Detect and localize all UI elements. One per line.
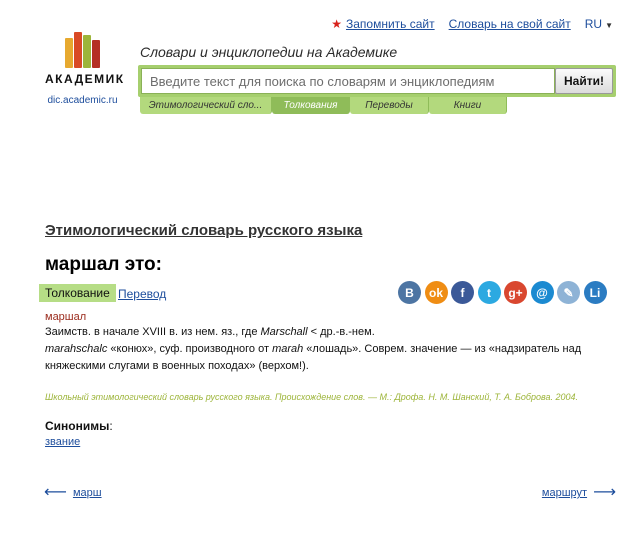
tab-books[interactable]: Книги xyxy=(429,97,507,114)
logo-wordmark: АКАДЕМИК xyxy=(45,72,125,86)
star-icon: ★ xyxy=(331,17,342,31)
synonym-link[interactable]: звание xyxy=(45,436,80,448)
tab-etymology[interactable]: Этимологический сло... xyxy=(140,97,272,114)
site-tagline: Словари и энциклопедии на Академике xyxy=(140,44,398,60)
facebook-icon[interactable]: f xyxy=(451,281,474,304)
dictionary-title[interactable]: Этимологический словарь русского языка xyxy=(45,222,362,239)
body-text-segment: княжескими слугами в военных походах» (в… xyxy=(45,360,309,372)
search-bar: Найти! xyxy=(138,65,616,97)
body-text-segment: «конюх», суф. производного от xyxy=(107,343,273,355)
bookmark-link-wrap[interactable]: ★ Запомнить сайт xyxy=(331,17,434,31)
vkontakte-icon[interactable]: В xyxy=(398,281,421,304)
synonyms-label-text: Синонимы xyxy=(45,419,110,433)
tab-translation-link[interactable]: Перевод xyxy=(118,287,166,301)
arrow-left-icon: ⟵ xyxy=(44,484,67,501)
article-body: Заимств. в начале XVIII в. из нем. яз., … xyxy=(45,324,605,375)
dict-on-site-link[interactable]: Словарь на свой сайт xyxy=(449,17,571,31)
twitter-icon[interactable]: t xyxy=(477,281,501,304)
arrow-right-icon: ⟶ xyxy=(593,484,616,501)
books-logo-icon xyxy=(63,31,103,68)
prev-word-link[interactable]: марш xyxy=(73,487,102,499)
page-title: маршал это: xyxy=(45,254,162,275)
body-text-segment: Заимств. в начале XVIII в. из нем. яз., … xyxy=(45,326,261,338)
next-word-link[interactable]: маршрут xyxy=(542,487,587,499)
synonyms-colon: : xyxy=(109,419,113,433)
chevron-down-icon: ▼ xyxy=(605,21,613,30)
odnoklassniki-icon[interactable]: ok xyxy=(424,281,448,304)
body-text-italic: marah xyxy=(272,343,304,355)
site-logo[interactable]: АКАДЕМИК dic.academic.ru xyxy=(45,31,125,106)
social-share-bar: Вok f t g+ @ ✎ Li xyxy=(398,281,607,304)
search-tabs: Этимологический сло... Толкования Перево… xyxy=(140,97,507,114)
search-input[interactable] xyxy=(141,68,555,94)
livejournal-icon[interactable]: ✎ xyxy=(557,281,580,304)
search-button[interactable]: Найти! xyxy=(555,68,613,94)
bookmark-link[interactable]: Запомнить сайт xyxy=(346,17,435,31)
body-text-italic: marahschalc xyxy=(45,343,108,355)
body-text-italic: Marschall xyxy=(260,326,308,338)
logo-domain[interactable]: dic.academic.ru xyxy=(45,95,120,106)
source-citation: Школьный этимологический словарь русског… xyxy=(45,392,578,402)
tab-translations[interactable]: Переводы xyxy=(350,97,429,114)
top-links: ★ Запомнить сайт Словарь на свой сайт RU ▼ xyxy=(331,17,613,31)
tab-definitions[interactable]: Толкования xyxy=(272,97,350,114)
liveinternet-icon[interactable]: Li xyxy=(583,281,607,304)
body-text-segment: < др.-в.-нем. xyxy=(307,326,375,338)
google-plus-icon[interactable]: g+ xyxy=(504,281,527,304)
email-icon[interactable]: @ xyxy=(530,281,554,304)
language-selector[interactable]: RU ▼ xyxy=(585,17,613,31)
prev-word-nav[interactable]: ⟵ марш xyxy=(44,484,102,501)
body-text-segment: «лошадь». Соврем. значение — из «надзира… xyxy=(303,343,582,355)
headword: маршал xyxy=(45,311,87,323)
next-word-nav[interactable]: маршрут ⟶ xyxy=(542,484,616,501)
tab-definition-active[interactable]: Толкование xyxy=(39,284,116,302)
language-label: RU xyxy=(584,17,603,31)
synonyms-label: Синонимы: xyxy=(45,419,113,433)
